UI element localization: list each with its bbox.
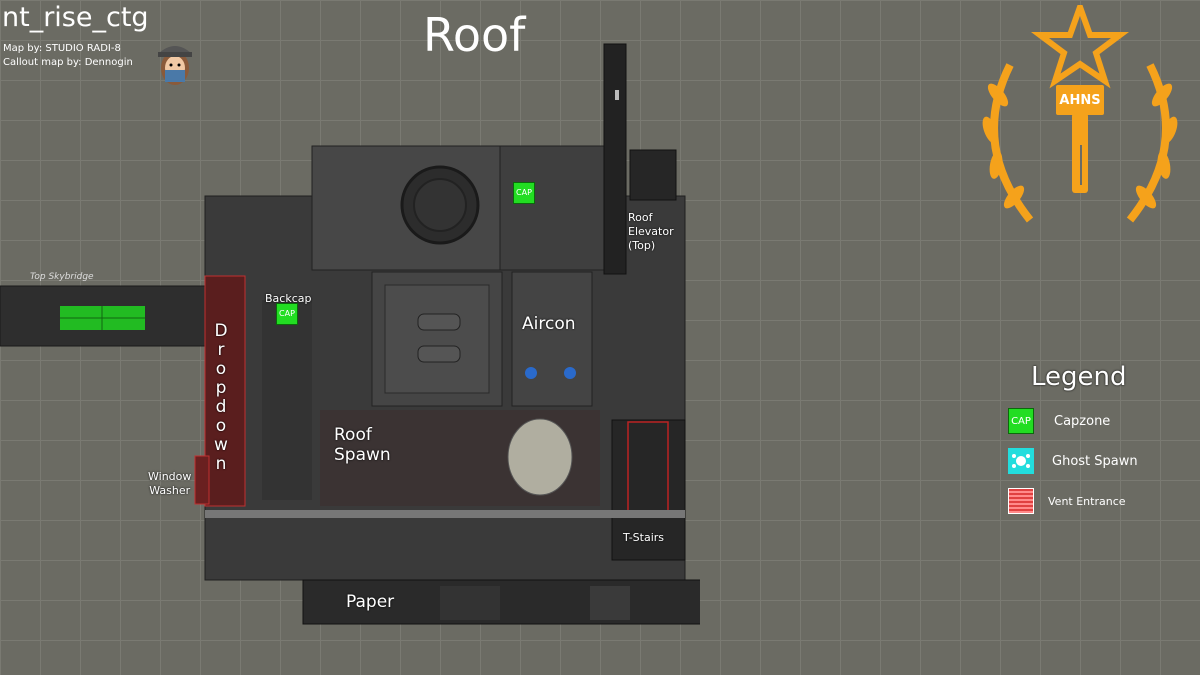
legend-label: Ghost Spawn — [1052, 453, 1138, 469]
cap-zone-marker: CAP — [513, 182, 535, 204]
roof-map — [0, 30, 744, 630]
legend-item-ghost-spawn: Ghost Spawn — [1008, 448, 1138, 474]
callout-t-stairs: T-Stairs — [623, 531, 665, 544]
legend-label: Capzone — [1054, 413, 1111, 429]
callout-dropdown: Dropdown — [214, 321, 228, 474]
legend-item-vent-entrance: Vent Entrance — [1008, 488, 1126, 514]
legend-title: Legend — [1031, 362, 1127, 392]
callout-backcap: Backcap — [265, 292, 312, 305]
legend-item-capzone: CAP Capzone — [1008, 408, 1110, 434]
map-name: nt_rise_ctg — [2, 2, 149, 33]
callout-top-skybridge: Top Skybridge — [30, 272, 94, 282]
vent-icon — [1008, 488, 1034, 514]
callout-window-washer: Window Washer — [148, 470, 192, 497]
legend-label: Vent Entrance — [1048, 494, 1126, 508]
callout-paper: Paper — [346, 592, 395, 612]
ghost-icon — [1008, 448, 1034, 474]
cap-icon: CAP — [1008, 408, 1034, 434]
star-wreath-hammer-emblem: AHNS — [970, 0, 1190, 235]
callout-roof-elevator: Roof Elevator (Top) — [628, 211, 674, 252]
logo-text: AHNS — [1059, 93, 1101, 108]
backcap-cap-zone-marker: CAP — [276, 303, 298, 325]
callout-aircon: Aircon — [522, 314, 576, 334]
callout-roof-spawn: Roof Spawn — [334, 425, 391, 466]
